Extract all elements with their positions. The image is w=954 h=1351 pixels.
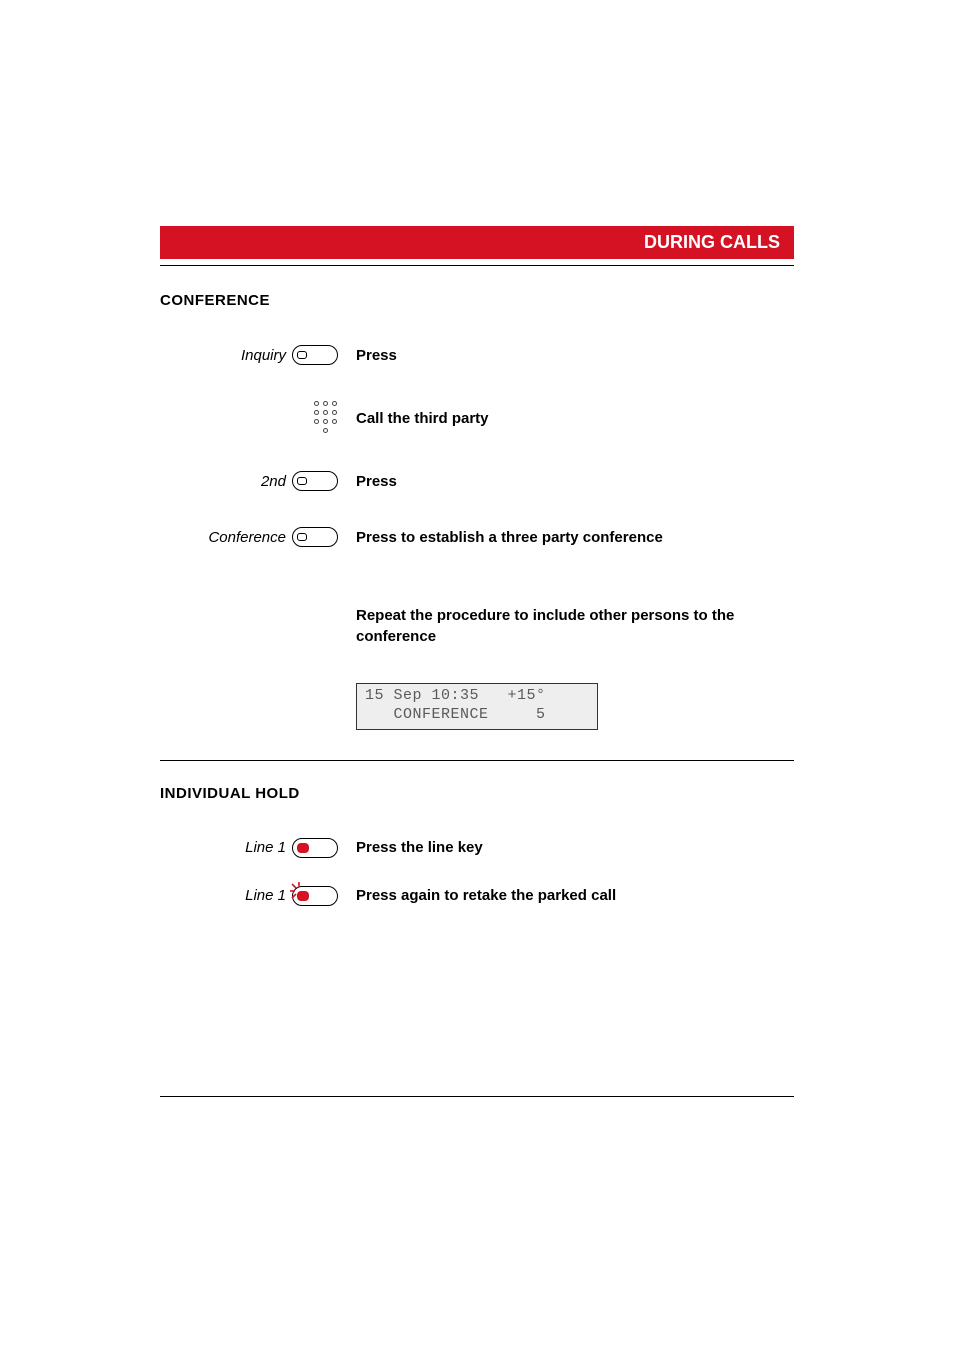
function-key-icon [292,471,338,491]
header-title: DURING CALLS [644,232,780,252]
lcd-display: 15 Sep 10:35 +15° CONFERENCE 5 [356,683,598,730]
step-instruction: Press again to retake the parked call [356,887,794,904]
key-label: Inquiry [241,347,286,364]
keypad-icon [313,401,338,435]
step-label-col: Line 1 [160,886,356,906]
divider [160,265,794,266]
section-title-conference: CONFERENCE [160,292,794,309]
lcd-line-2: CONFERENCE 5 [365,706,546,723]
step-instruction: Call the third party [356,410,794,427]
lcd-line-1: 15 Sep 10:35 +15° [365,687,546,704]
lcd-display-wrap: 15 Sep 10:35 +15° CONFERENCE 5 [356,683,794,730]
step-instruction: Press to establish a three party confere… [356,529,794,546]
key-label: 2nd [261,473,286,490]
step-instruction: Press [356,347,794,364]
line-key-lit-icon [292,838,338,858]
divider [160,1096,794,1097]
page: DURING CALLS CONFERENCE Inquiry Press Ca… [0,0,954,1097]
section-title-individual-hold: INDIVIDUAL HOLD [160,785,794,802]
step-label-col: Inquiry [160,345,356,365]
step-row: Line 1 Press again to retake the parked … [160,886,794,906]
key-label: Line 1 [245,887,286,904]
step-instruction: Press the line key [356,839,794,856]
line-key-blink-icon [292,886,338,906]
repeat-note: Repeat the procedure to include other pe… [356,605,794,647]
step-label-col: 2nd [160,471,356,491]
key-label: Conference [208,529,286,546]
function-key-icon [292,527,338,547]
step-row: Line 1 Press the line key [160,838,794,858]
step-row: Inquiry Press [160,345,794,365]
step-row: Conference Press to establish a three pa… [160,527,794,547]
divider [160,760,794,761]
step-label-col: Line 1 [160,838,356,858]
step-label-col: Conference [160,527,356,547]
section-header: DURING CALLS [160,226,794,259]
blink-rays-icon [289,881,309,901]
step-row: Call the third party [160,401,794,435]
key-label: Line 1 [245,839,286,856]
step-row: 2nd Press [160,471,794,491]
function-key-icon [292,345,338,365]
step-label-col [160,401,356,435]
step-instruction: Press [356,473,794,490]
